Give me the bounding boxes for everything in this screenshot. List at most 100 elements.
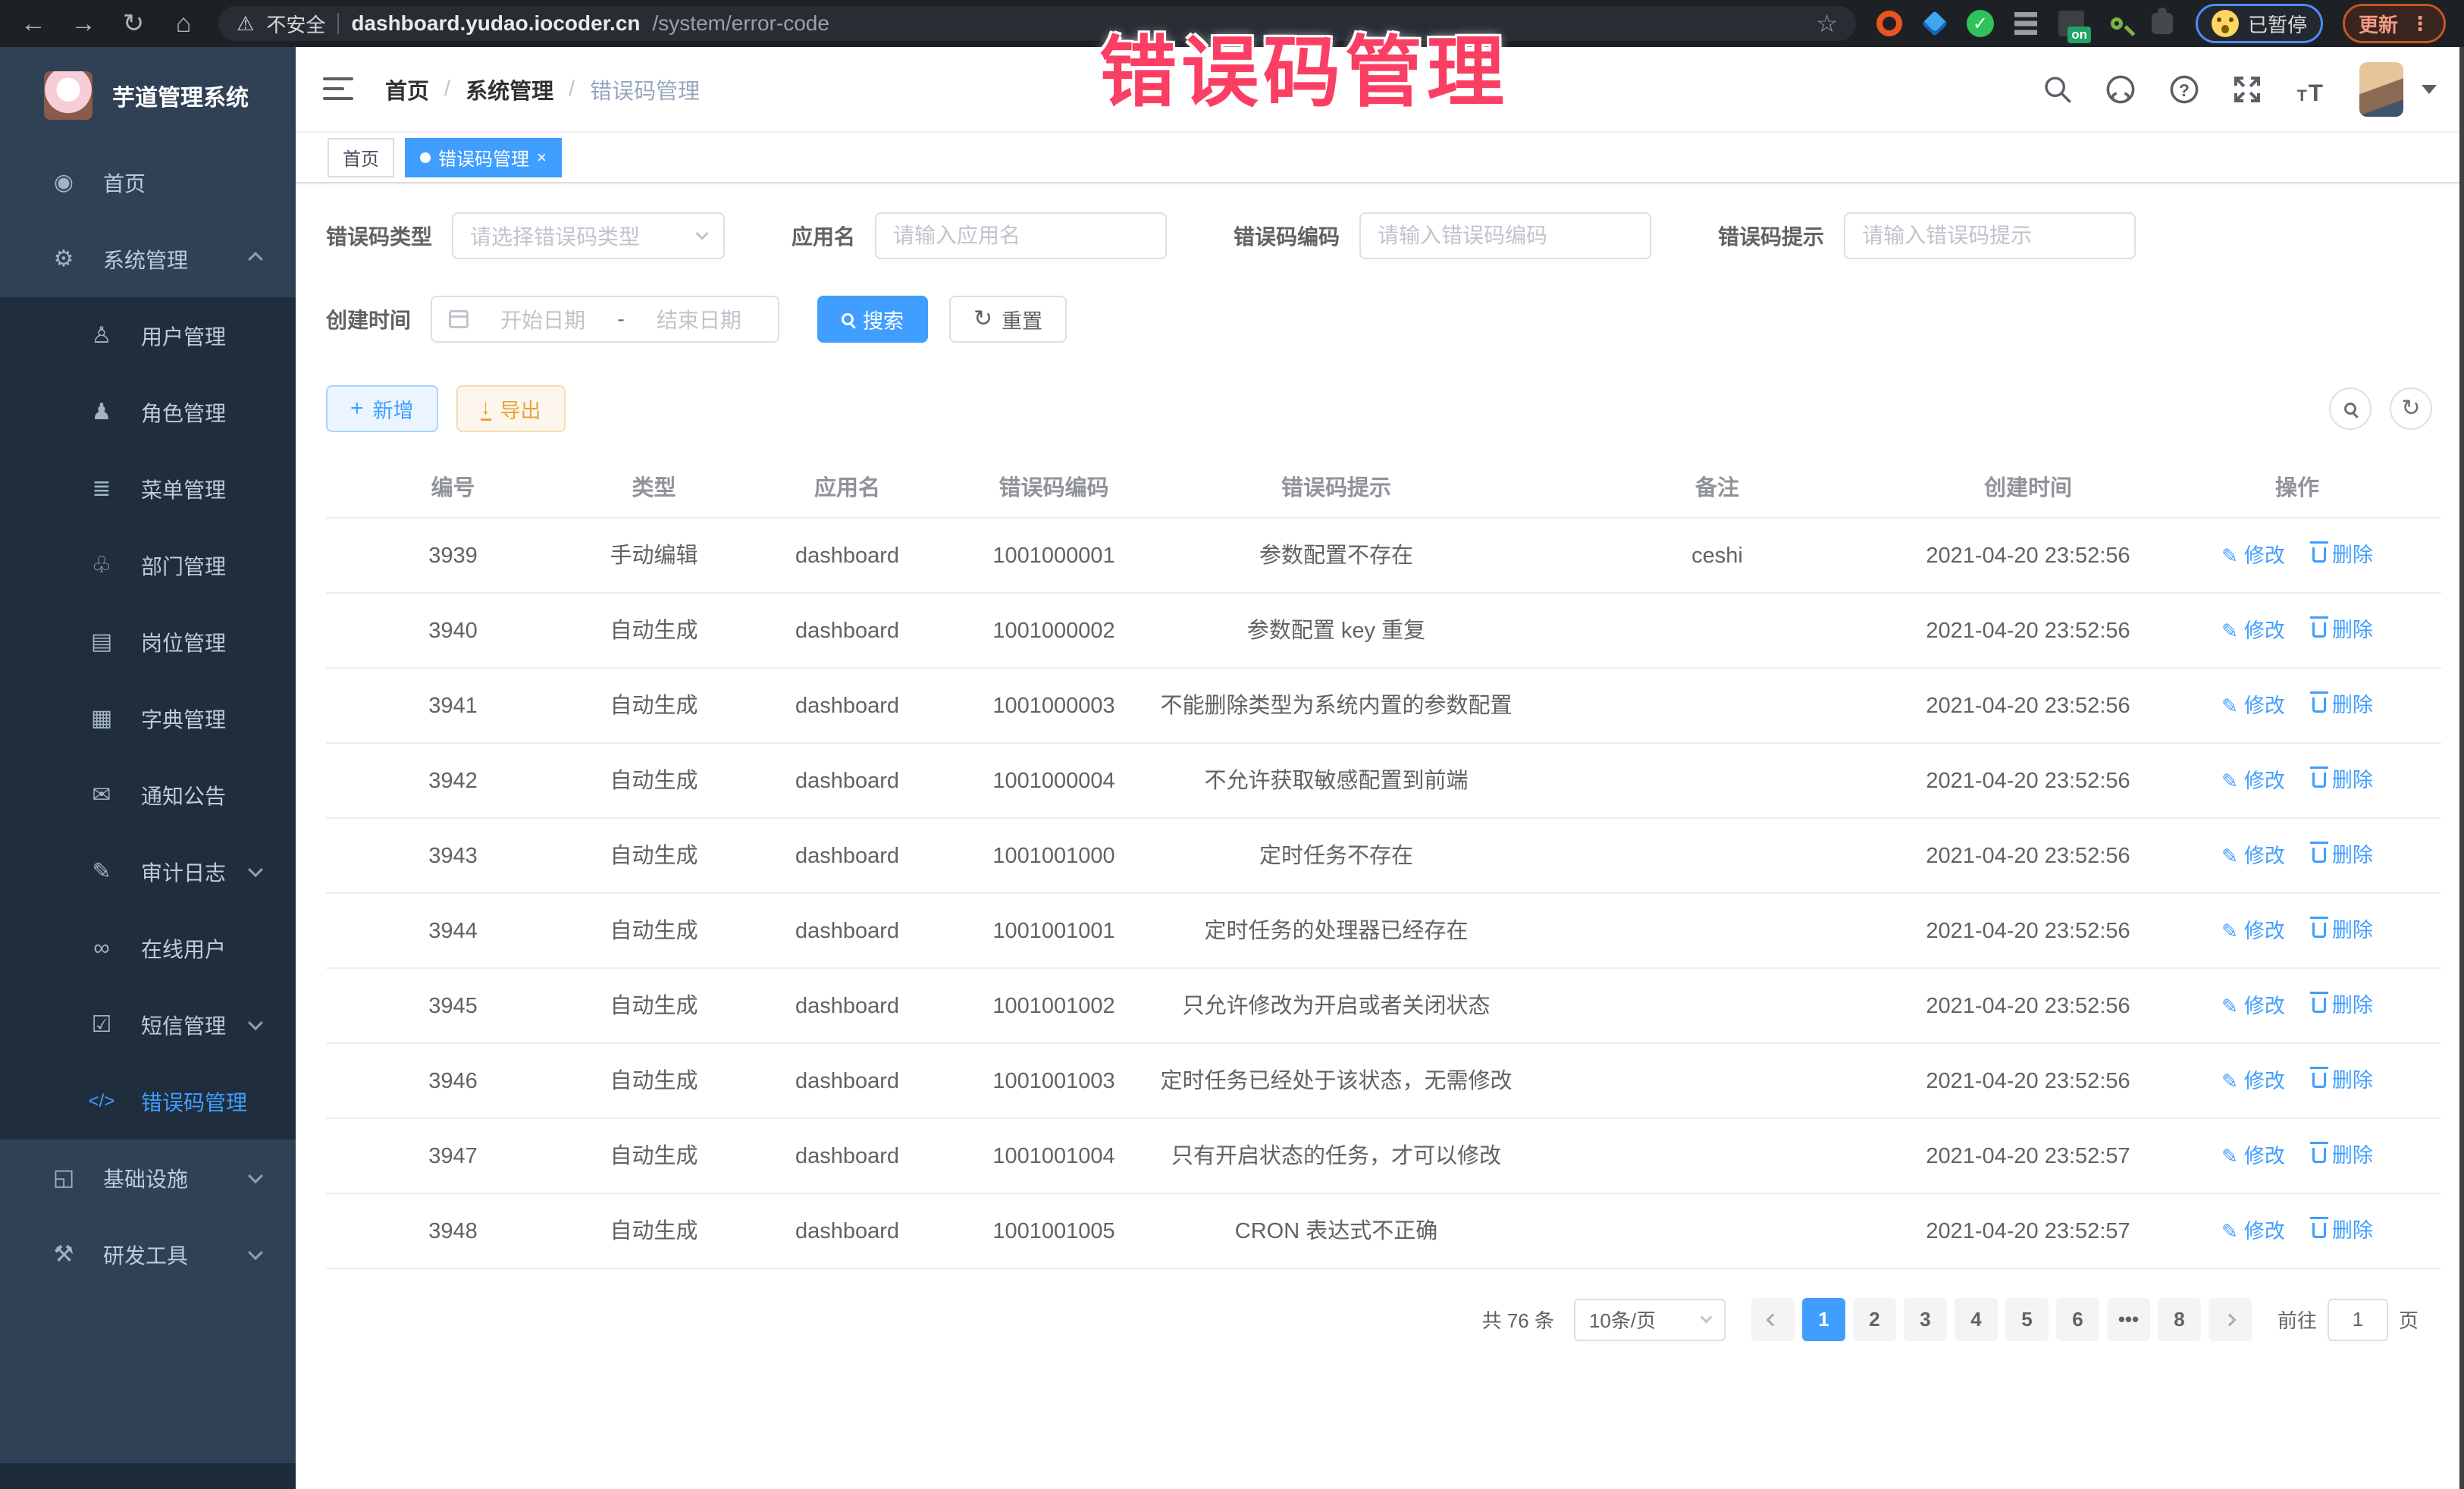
edit-link[interactable]: ✎ 修改: [2221, 766, 2285, 796]
tag-error-code[interactable]: 错误码管理 ×: [405, 138, 562, 177]
delete-link[interactable]: 删除: [2312, 990, 2373, 1020]
breadcrumb-system[interactable]: 系统管理: [466, 74, 553, 105]
error-hint-input[interactable]: [1862, 224, 2118, 248]
delete-link[interactable]: 删除: [2312, 540, 2373, 570]
user-avatar[interactable]: [2359, 62, 2403, 117]
edit-link[interactable]: ✎ 修改: [2221, 541, 2285, 571]
browser-update-button[interactable]: 更新 ⋮: [2343, 4, 2446, 43]
sidebar-item-error-code[interactable]: </> 错误码管理: [0, 1063, 296, 1139]
address-bar[interactable]: ⚠ 不安全 dashboard.yudao.iocoder.cn/system/…: [218, 6, 1856, 41]
check-extension-icon[interactable]: ✓: [1967, 10, 1994, 37]
delete-link[interactable]: 删除: [2312, 1215, 2373, 1246]
edit-link[interactable]: ✎ 修改: [2221, 1216, 2285, 1246]
sidebar-item-notice[interactable]: ✉ 通知公告: [0, 757, 296, 833]
error-code-input[interactable]: [1378, 224, 1633, 248]
page-button-3[interactable]: 3: [1904, 1298, 1947, 1341]
table-row[interactable]: 3946 自动生成 dashboard 1001001003 定时任务已经处于该…: [326, 1043, 2441, 1118]
page-size-select[interactable]: 10条/页: [1574, 1299, 1726, 1341]
edit-link[interactable]: ✎ 修改: [2221, 916, 2285, 946]
sidebar-item-user[interactable]: ♙ 用户管理: [0, 297, 296, 374]
table-row[interactable]: 3943 自动生成 dashboard 1001001000 定时任务不存在 2…: [326, 818, 2441, 893]
page-button-5[interactable]: 5: [2005, 1298, 2049, 1341]
page-button-2[interactable]: 2: [1853, 1298, 1896, 1341]
create-time-range-picker[interactable]: 开始日期 - 结束日期: [431, 296, 779, 343]
reset-button[interactable]: ↻ 重置: [949, 296, 1067, 343]
page-button-4[interactable]: 4: [1955, 1298, 1998, 1341]
more-pages-button[interactable]: •••: [2107, 1298, 2150, 1341]
error-type-select[interactable]: 请选择错误码类型: [452, 212, 725, 259]
edit-link[interactable]: ✎ 修改: [2221, 616, 2285, 646]
ubuntu-extension-icon[interactable]: [1876, 10, 1903, 37]
help-icon[interactable]: ?: [2168, 74, 2200, 105]
breadcrumb-home[interactable]: 首页: [385, 74, 429, 105]
goto-page-input[interactable]: [2328, 1299, 2388, 1341]
avatar-caret-down-icon[interactable]: [2422, 85, 2437, 94]
edit-link[interactable]: ✎ 修改: [2221, 991, 2285, 1021]
sidebar-logo-row[interactable]: 芋道管理系统: [0, 47, 296, 144]
sidebar-item-audit-log[interactable]: ✎ 审计日志: [0, 833, 296, 910]
tag-home[interactable]: 首页: [328, 138, 394, 177]
sidebar-item-sms[interactable]: ☑ 短信管理: [0, 986, 296, 1063]
edit-link[interactable]: ✎ 修改: [2221, 841, 2285, 871]
browser-profile-chip[interactable]: 已暂停: [2196, 4, 2323, 43]
sidebar-item-system[interactable]: ⚙ 系统管理: [0, 221, 296, 297]
export-button[interactable]: ↓ 导出: [456, 385, 566, 432]
tag-close-icon[interactable]: ×: [537, 148, 547, 168]
browser-back-icon[interactable]: ←: [18, 11, 49, 36]
refresh-table-button[interactable]: ↻: [2390, 387, 2432, 430]
on-badge-extension-icon[interactable]: on: [2058, 10, 2085, 37]
browser-menu-dots-icon[interactable]: ⋮: [2410, 12, 2430, 36]
prev-page-button[interactable]: [1751, 1298, 1795, 1341]
gem-extension-icon[interactable]: [1921, 10, 1948, 37]
table-row[interactable]: 3942 自动生成 dashboard 1001000004 不允许获取敏感配置…: [326, 743, 2441, 818]
app-name-input[interactable]: [893, 224, 1149, 248]
github-icon[interactable]: [2105, 74, 2136, 105]
sidebar-item-dept[interactable]: ♧ 部门管理: [0, 527, 296, 603]
grid-extension-icon[interactable]: [2012, 10, 2039, 37]
browser-reload-icon[interactable]: ↻: [118, 11, 149, 36]
table-row[interactable]: 3941 自动生成 dashboard 1001000003 不能删除类型为系统…: [326, 668, 2441, 743]
cell-app: dashboard: [728, 518, 967, 593]
search-button[interactable]: 搜索: [817, 296, 928, 343]
font-size-icon[interactable]: TT: [2294, 74, 2328, 105]
sidebar-item-menu[interactable]: ≣ 菜单管理: [0, 450, 296, 527]
key-extension-icon[interactable]: [2103, 10, 2130, 37]
table-row[interactable]: 3939 手动编辑 dashboard 1001000001 参数配置不存在 c…: [326, 518, 2441, 593]
page-button-6[interactable]: 6: [2056, 1298, 2099, 1341]
fullscreen-icon[interactable]: [2232, 74, 2262, 105]
sidebar-item-online-user[interactable]: ∞ 在线用户: [0, 910, 296, 986]
next-page-button[interactable]: [2209, 1298, 2252, 1341]
sidebar-item-post[interactable]: ▤ 岗位管理: [0, 603, 296, 680]
sidebar-collapse-bar[interactable]: [0, 1463, 296, 1489]
table-row[interactable]: 3940 自动生成 dashboard 1001000002 参数配置 key …: [326, 593, 2441, 668]
sidebar-item-dev-tools[interactable]: ⚒ 研发工具: [0, 1216, 296, 1293]
delete-link[interactable]: 删除: [2312, 765, 2373, 795]
table-row[interactable]: 3944 自动生成 dashboard 1001001001 定时任务的处理器已…: [326, 893, 2441, 968]
add-button[interactable]: + 新增: [326, 385, 438, 432]
edit-link[interactable]: ✎ 修改: [2221, 1066, 2285, 1096]
sidebar-item-dict[interactable]: ▦ 字典管理: [0, 680, 296, 757]
delete-link[interactable]: 删除: [2312, 1065, 2373, 1096]
sidebar-item-role[interactable]: ♟ 角色管理: [0, 374, 296, 450]
table-row[interactable]: 3945 自动生成 dashboard 1001001002 只允许修改为开启或…: [326, 968, 2441, 1043]
table-row[interactable]: 3948 自动生成 dashboard 1001001005 CRON 表达式不…: [326, 1193, 2441, 1268]
header-search-icon[interactable]: [2042, 74, 2073, 105]
delete-link[interactable]: 删除: [2312, 1140, 2373, 1171]
sidebar-item-infra[interactable]: ◱ 基础设施: [0, 1139, 296, 1216]
puzzle-extension-icon[interactable]: [2149, 10, 2176, 37]
page-button-8[interactable]: 8: [2158, 1298, 2201, 1341]
edit-link[interactable]: ✎ 修改: [2221, 691, 2285, 721]
page-button-1[interactable]: 1: [1802, 1298, 1845, 1341]
browser-home-icon[interactable]: ⌂: [168, 11, 199, 36]
toggle-search-button[interactable]: [2329, 387, 2372, 430]
browser-forward-icon[interactable]: →: [68, 11, 99, 36]
sidebar-item-home[interactable]: ◉ 首页: [0, 144, 296, 221]
delete-link[interactable]: 删除: [2312, 840, 2373, 870]
bookmark-star-icon[interactable]: ☆: [1816, 9, 1838, 38]
delete-link[interactable]: 删除: [2312, 615, 2373, 645]
edit-link[interactable]: ✎ 修改: [2221, 1141, 2285, 1171]
delete-link[interactable]: 删除: [2312, 915, 2373, 945]
delete-link[interactable]: 删除: [2312, 690, 2373, 720]
table-row[interactable]: 3947 自动生成 dashboard 1001001004 只有开启状态的任务…: [326, 1118, 2441, 1193]
hamburger-icon[interactable]: [323, 77, 353, 102]
